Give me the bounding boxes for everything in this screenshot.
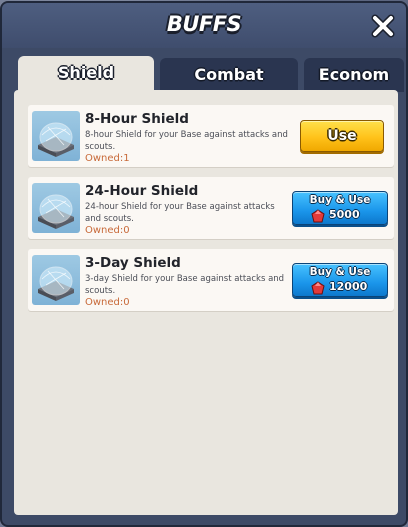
- buff-title: 24-Hour Shield: [85, 183, 199, 199]
- buff-description: 3-day Shield for your Base against attac…: [85, 274, 285, 296]
- tab-shield[interactable]: Shield: [18, 56, 154, 92]
- owned-count: Owned:0: [85, 297, 130, 308]
- buffs-modal: BUFFS Shield Combat Econom 8-Hour Shield…: [2, 3, 406, 525]
- buff-card-8-hour: 8-Hour Shield 8-hour Shield for your Bas…: [28, 105, 394, 167]
- buff-title: 8-Hour Shield: [85, 111, 189, 127]
- price: 12000: [329, 280, 368, 293]
- tab-combat[interactable]: Combat: [160, 58, 298, 92]
- buff-card-3-day: 3-Day Shield 3-day Shield for your Base …: [28, 249, 394, 311]
- modal-title: BUFFS: [166, 12, 242, 36]
- close-icon: [371, 14, 395, 38]
- tab-bar: Shield Combat Econom: [18, 56, 406, 92]
- tab-economy[interactable]: Econom: [304, 58, 404, 92]
- shield-dome-icon: [32, 183, 80, 233]
- buff-card-24-hour: 24-Hour Shield 24-hour Shield for your B…: [28, 177, 394, 239]
- owned-count: Owned:1: [85, 153, 130, 164]
- buy-and-use-button[interactable]: Buy & Use 12000: [292, 263, 388, 297]
- owned-count: Owned:0: [85, 225, 130, 236]
- buff-list-panel: 8-Hour Shield 8-hour Shield for your Bas…: [14, 90, 398, 515]
- price: 5000: [329, 208, 360, 221]
- buy-button-label: Buy & Use: [309, 194, 371, 206]
- modal-header: BUFFS: [2, 3, 406, 48]
- use-button[interactable]: Use: [300, 120, 384, 152]
- shield-dome-icon: [32, 255, 80, 305]
- gem-icon: [311, 280, 325, 295]
- buff-description: 8-hour Shield for your Base against atta…: [85, 130, 288, 152]
- close-button[interactable]: [370, 13, 396, 39]
- buff-title: 3-Day Shield: [85, 255, 181, 271]
- shield-dome-icon: [32, 111, 80, 161]
- use-button-label: Use: [327, 128, 357, 144]
- gem-icon: [311, 208, 325, 223]
- buff-description: 24-hour Shield for your Base against att…: [85, 202, 275, 224]
- buy-and-use-button[interactable]: Buy & Use 5000: [292, 191, 388, 225]
- buy-button-label: Buy & Use: [309, 266, 371, 278]
